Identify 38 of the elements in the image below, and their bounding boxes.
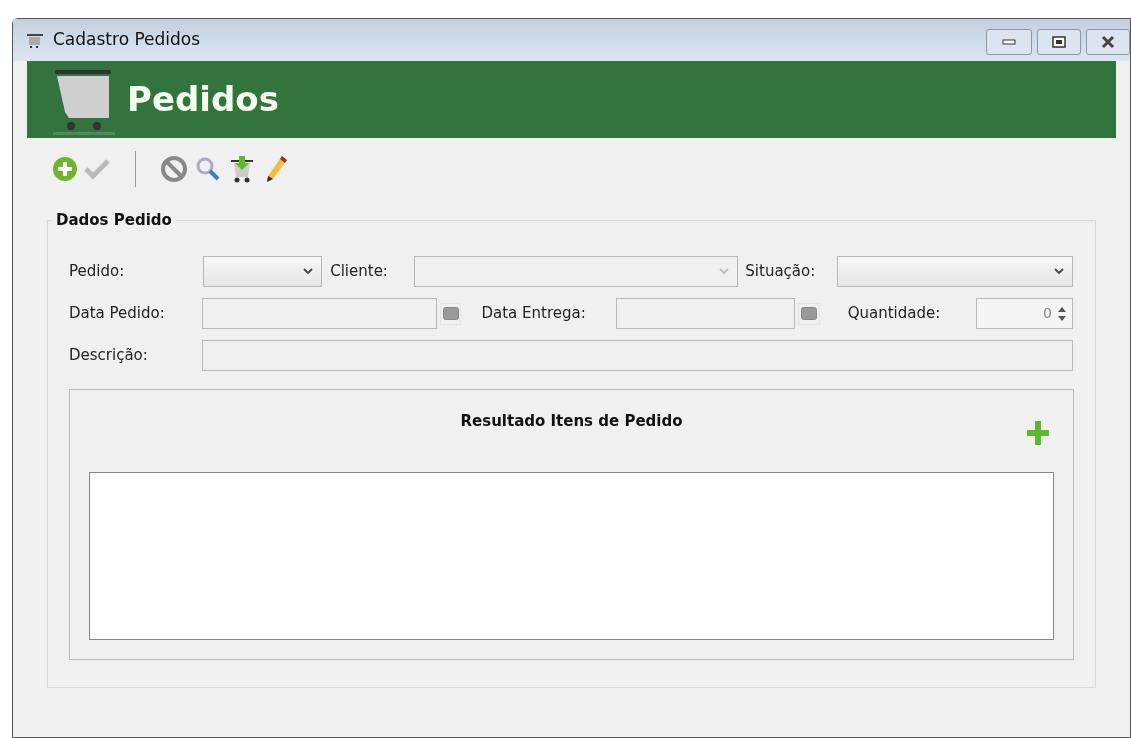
prohibited-icon <box>160 155 188 183</box>
checkmark-icon <box>83 158 111 180</box>
plus-icon <box>1026 419 1050 447</box>
calendar-icon <box>800 307 817 320</box>
calendar-button[interactable] <box>797 302 820 325</box>
search-icon <box>194 155 222 183</box>
add-button[interactable] <box>51 155 79 183</box>
field-label: Situação: <box>745 261 817 283</box>
panel-title: Resultado Itens de Pedido <box>460 411 683 432</box>
date-field[interactable] <box>615 298 795 329</box>
field-label: Cliente: <box>330 261 389 283</box>
minimize-button[interactable] <box>986 29 1032 55</box>
cart-down-arrow-icon <box>228 154 256 184</box>
calendar-icon <box>442 307 459 320</box>
close-icon <box>1100 35 1116 49</box>
minimize-icon <box>1002 39 1016 45</box>
dropdown[interactable] <box>203 256 323 287</box>
field-label: Data Entrega: <box>481 303 587 325</box>
field-label: Descrição: <box>69 345 149 367</box>
date-field[interactable] <box>202 298 437 329</box>
field-label: Data Pedido: <box>69 303 166 325</box>
field-label: Pedido: <box>69 261 126 283</box>
field-label: Quantidade: <box>847 303 942 325</box>
chevron-down-icon <box>1054 268 1064 275</box>
banner-title: Pedidos <box>127 78 279 121</box>
plus-circle-icon <box>52 156 78 182</box>
maximize-icon <box>1052 36 1066 48</box>
quantity-spinner[interactable]: 0 <box>976 298 1073 329</box>
maximize-button[interactable] <box>1037 29 1081 55</box>
chevron-down-icon <box>719 268 730 275</box>
window-title: Cadastro Pedidos <box>53 28 201 52</box>
add-item-button[interactable] <box>1025 418 1051 448</box>
dropdown[interactable] <box>836 256 1073 287</box>
close-button[interactable] <box>1086 29 1130 55</box>
chevron-down-icon <box>303 268 314 275</box>
description-field[interactable] <box>202 340 1073 371</box>
cancel-button[interactable] <box>158 155 190 183</box>
calendar-button[interactable] <box>439 302 462 325</box>
